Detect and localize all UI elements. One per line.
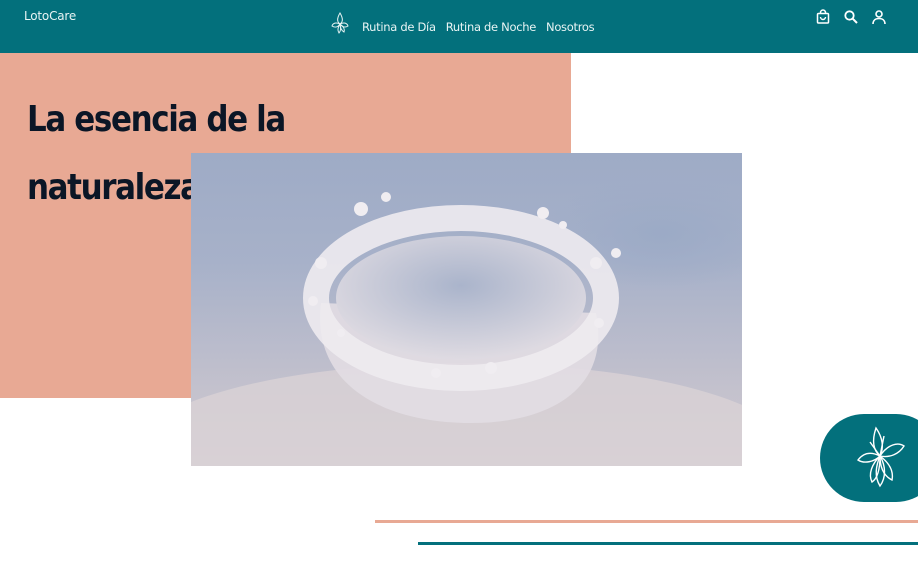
nav-link-nosotros[interactable]: Nosotros [546, 20, 595, 43]
floating-lotus-button[interactable] [820, 414, 918, 502]
nav-link-rutina-de-noche[interactable]: Rutina de Noche [446, 20, 537, 43]
header-tools [814, 8, 888, 26]
main-nav: Rutina de Día Rutina de Noche Nosotros [330, 3, 595, 43]
site-header: LotoCare Rutina de Día Rutina de Noche N… [0, 0, 918, 53]
search-icon[interactable] [842, 8, 860, 26]
accent-line-peach [375, 520, 918, 523]
user-icon[interactable] [870, 8, 888, 26]
brand-name[interactable]: LotoCare [24, 9, 76, 23]
accent-line-teal [418, 542, 918, 545]
hero-image-milk-splash [191, 153, 742, 466]
nav-link-rutina-de-dia[interactable]: Rutina de Día [362, 20, 436, 43]
lotus-icon [856, 426, 905, 488]
shopping-bag-icon[interactable] [814, 8, 832, 26]
lotus-icon[interactable] [330, 9, 350, 37]
